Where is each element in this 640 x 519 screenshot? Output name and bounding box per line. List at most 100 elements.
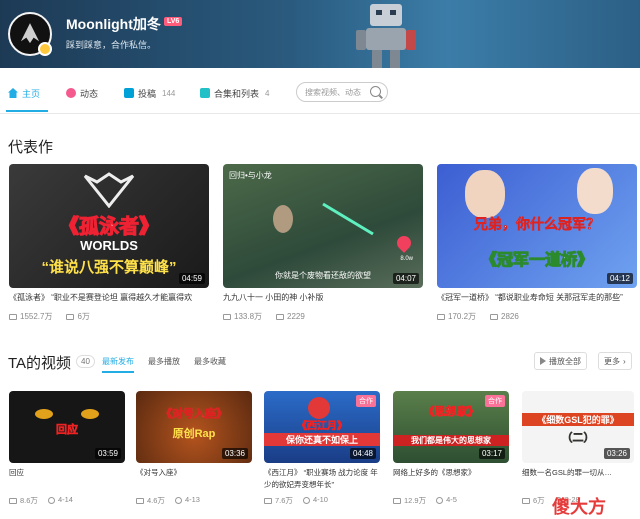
level-badge: LV6 [164, 17, 183, 26]
masterpiece-card[interactable]: 兄弟，你什么冠军？ 《冠军一道桥》 04:12 《冠军一道桥》 “都说职业寿命短… [437, 164, 637, 322]
tab-collections[interactable]: 合集和列表 4 [200, 84, 269, 102]
thumb-worlds: WORLDS [80, 238, 138, 253]
video-title[interactable]: 回应 [9, 467, 125, 491]
video-thumbnail[interactable]: 兄弟，你什么冠军？ 《冠军一道桥》 04:12 [437, 164, 637, 288]
video-stats: 8.6万 4-14 [9, 495, 125, 506]
danmaku-count: 2229 [287, 312, 305, 321]
video-card[interactable]: 合作 《西江月》 保你还真不如保上 04:48 《西江月》 “职业赛场 战力论度… [264, 391, 380, 506]
cat-eye-right [81, 409, 99, 419]
video-title[interactable]: 网络上好多的《思想家》 [393, 467, 509, 491]
video-card[interactable]: 回应 03:59 回应 8.6万 4-14 [9, 391, 125, 506]
thumb-face-left [465, 170, 505, 218]
video-thumbnail[interactable]: 《孤泳者》 WORLDS “谁说八强不算巅峰” 04:59 [9, 164, 209, 288]
danmaku-icon [490, 313, 499, 320]
danmaku-count: 6万 [77, 312, 90, 321]
banner-robot-illustration [356, 4, 416, 68]
thumb-text: 《西江月》 [297, 421, 348, 433]
video-title[interactable]: 九九八十一 小田的神 小补版 [223, 292, 423, 303]
video-duration: 04:12 [606, 273, 633, 284]
video-thumbnail[interactable]: 合作 《思想家》 我们都是伟大的思想家 03:17 [393, 391, 509, 463]
tab-home[interactable]: 主页 [8, 84, 40, 102]
tab-collections-label: 合集和列表 [214, 88, 260, 99]
masterpiece-card[interactable]: 《孤泳者》 WORLDS “谁说八强不算巅峰” 04:59 《孤泳者》 “职业不… [9, 164, 209, 322]
clock-icon [436, 496, 444, 504]
play-count-icon [9, 498, 17, 505]
upload-date: 4-10 [312, 495, 328, 504]
play-count-icon [264, 498, 272, 505]
tab-uploads[interactable]: 投稿 144 [124, 84, 175, 102]
thumb-side-count: 8.0w [400, 256, 413, 262]
home-icon [8, 88, 18, 98]
video-stats: 7.6万 4-10 [264, 495, 380, 506]
video-stats: 133.8万 2229 [223, 311, 423, 322]
thumb-text: 《思想家》 [423, 406, 479, 419]
thumb-top-text: 兄弟，你什么冠军？ [474, 216, 601, 233]
upload-date: 4-5 [446, 495, 457, 504]
search-icon[interactable] [370, 86, 381, 97]
video-duration: 04:07 [392, 273, 419, 284]
collab-tag: 合作 [356, 395, 376, 407]
tab-dynamic[interactable]: 动态 [66, 84, 98, 102]
thumb-caption: 《冠军一道桥》 [480, 252, 593, 270]
view-count: 1552.7万 [20, 312, 53, 321]
video-title[interactable]: 《冠军一道桥》 “都说职业寿命短 关那冠军走的那些” [437, 292, 637, 303]
cat-eye-left [35, 409, 53, 419]
video-duration: 03:36 [221, 448, 248, 459]
video-duration: 03:59 [94, 448, 121, 459]
tab-latest[interactable]: 最新发布 [102, 356, 134, 367]
video-thumbnail[interactable]: 合作 《西江月》 保你还真不如保上 04:48 [264, 391, 380, 463]
search-input[interactable]: 搜索视频、动态 [296, 82, 388, 102]
watermark: 傻大方 [552, 497, 606, 517]
masterpiece-card[interactable]: 回归•与小龙 8.0w 你就是个废物看还敌的欲望 04:07 九九八十一 小田的… [223, 164, 423, 322]
search-placeholder: 搜索视频、动态 [305, 88, 361, 97]
video-duration: 03:17 [478, 448, 505, 459]
more-button[interactable]: 更多 › [598, 352, 632, 370]
video-card[interactable]: 《对号入座》 原创Rap 03:36 《对号入座》 4.6万 4-13 [136, 391, 252, 506]
danmaku-icon [276, 313, 285, 320]
video-stats: 12.9万 4-5 [393, 495, 509, 506]
tab-uploads-count: 144 [162, 88, 176, 98]
tab-most-played[interactable]: 最多播放 [148, 356, 180, 367]
clock-icon [302, 496, 310, 504]
clock-icon [174, 496, 182, 504]
upload-date: 4-13 [184, 495, 200, 504]
dynamic-icon [66, 88, 76, 98]
ta-videos-count: 40 [76, 355, 95, 368]
video-title[interactable]: 《对号入座》 [136, 467, 252, 491]
tab-collections-count: 4 [265, 88, 270, 98]
thumb-face-right [577, 168, 613, 214]
video-thumbnail[interactable]: 《细数GSL犯的罪》 （二） 03:26 [522, 391, 634, 463]
collections-icon [200, 88, 210, 98]
username[interactable]: Moonlight加冬 [66, 14, 161, 34]
uploads-icon [124, 88, 134, 98]
active-subtab-underline [102, 371, 134, 373]
view-count: 12.9万 [404, 496, 427, 505]
play-count-icon [393, 498, 401, 505]
video-duration: 04:59 [178, 273, 205, 284]
more-label: 更多 [604, 356, 620, 366]
video-stats: 1552.7万 6万 [9, 311, 209, 322]
video-stats: 4.6万 4-13 [136, 495, 252, 506]
play-all-button[interactable]: 播放全部 [534, 352, 587, 370]
video-duration: 04:48 [349, 448, 376, 459]
profile-banner: Moonlight加冬 LV6 踩到踩意，合作私信。 [0, 0, 640, 68]
video-title[interactable]: 细数一名GSL的罪一切从… [522, 467, 634, 491]
chevron-right-icon: › [623, 356, 626, 366]
video-card[interactable]: 《细数GSL犯的罪》 （二） 03:26 细数一名GSL的罪一切从… 6万 3-… [522, 391, 634, 506]
video-title[interactable]: 《西江月》 “职业赛场 战力论度 年少的欲妃弄变想年长” [264, 467, 380, 491]
video-thumbnail[interactable]: 回应 03:59 [9, 391, 125, 463]
thumb-text-2: 原创Rap [172, 428, 216, 440]
upload-date: 4-14 [57, 495, 73, 504]
video-thumbnail[interactable]: 《对号入座》 原创Rap 03:36 [136, 391, 252, 463]
video-card[interactable]: 合作 《思想家》 我们都是伟大的思想家 03:17 网络上好多的《思想家》 12… [393, 391, 509, 506]
play-count-icon [437, 313, 445, 320]
video-thumbnail[interactable]: 回归•与小龙 8.0w 你就是个废物看还敌的欲望 04:07 [223, 164, 423, 288]
tab-most-favorited[interactable]: 最多收藏 [194, 356, 226, 367]
thumb-text: 回应 [56, 424, 79, 437]
play-icon [540, 357, 546, 365]
verified-badge-icon [38, 42, 52, 56]
tab-home-label: 主页 [22, 88, 41, 99]
video-title[interactable]: 《孤泳者》 “职业不是赛登论坦 赢得越久才能赢得欢 [9, 292, 209, 303]
thumb-text-2: 保你还真不如保上 [264, 433, 380, 446]
masterpieces-title: 代表作 [8, 139, 54, 156]
